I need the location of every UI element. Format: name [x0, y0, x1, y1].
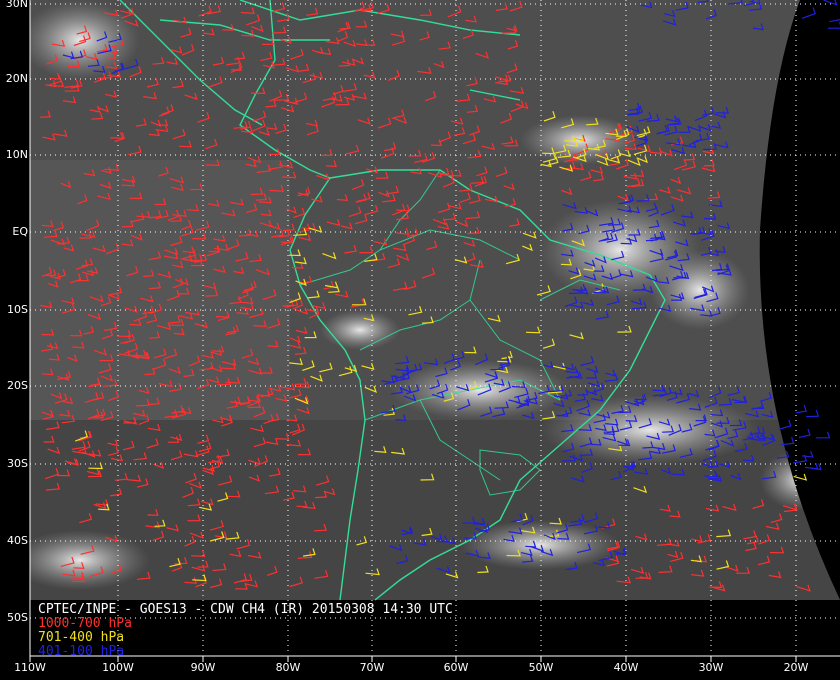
- lon-label-70w: 70W: [359, 661, 385, 674]
- wind-barb: [802, 450, 814, 458]
- lon-label-60w: 60W: [443, 661, 469, 674]
- lat-label-20n: 20N: [5, 72, 28, 85]
- lon-label-100w: 100W: [102, 661, 134, 674]
- lat-label-40s: 40S: [7, 534, 28, 547]
- wind-barb: [793, 473, 808, 481]
- lat-label-30n: 30N: [5, 0, 28, 10]
- lat-label-eq: EQ: [12, 225, 28, 238]
- caption-block: CPTEC/INPE - GOES13 - CDW CH4 (IR) 20150…: [38, 603, 453, 659]
- lon-label-20w: 20W: [783, 661, 809, 674]
- lon-label-110w: 110W: [14, 661, 46, 674]
- lat-label-30s: 30S: [7, 457, 28, 470]
- wind-barb: [815, 431, 831, 439]
- wind-barb: [793, 454, 808, 464]
- wind-barb: [778, 419, 792, 430]
- wind-barb: [829, 19, 840, 23]
- wind-barb: [798, 428, 811, 439]
- satellite-wind-map: 30N 20N 10N EQ 10S 20S 30S 40S 50S 110W …: [0, 0, 840, 680]
- lon-label-80w: 80W: [275, 661, 301, 674]
- lat-label-10s: 10S: [7, 303, 28, 316]
- lon-label-30w: 30W: [698, 661, 724, 674]
- wind-barb: [795, 404, 807, 414]
- map-canvas: [29, 0, 840, 662]
- legend-mid-level: 701-400 hPa: [38, 630, 125, 645]
- map-title: CPTEC/INPE - GOES13 - CDW CH4 (IR) 20150…: [38, 602, 453, 617]
- lon-label-50w: 50W: [528, 661, 554, 674]
- lat-label-20s: 20S: [7, 379, 28, 392]
- lat-label-10n: 10N: [5, 148, 28, 161]
- lon-label-40w: 40W: [613, 661, 639, 674]
- wind-barb: [827, 22, 840, 29]
- lon-label-90w: 90W: [190, 661, 216, 674]
- wind-barb: [806, 410, 820, 418]
- legend-low-level: 1000-700 hPa: [38, 616, 132, 631]
- wind-barb: [801, 7, 816, 19]
- lat-label-50s: 50S: [7, 611, 28, 624]
- legend-high-level: 401-100 hPa: [38, 644, 125, 659]
